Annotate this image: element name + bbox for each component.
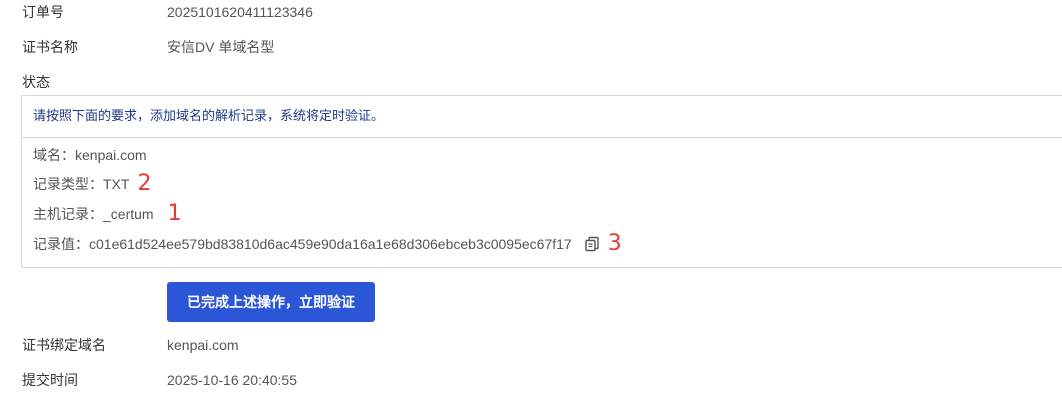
dns-record-panel: 请按照下面的要求，添加域名的解析记录，系统将定时验证。 域名： kenpai.c… [21, 95, 1062, 268]
record-type-row: 记录类型： TXT 2 [33, 173, 151, 195]
record-value-label: 记录值： [33, 236, 89, 252]
marker-1: 1 [167, 201, 182, 226]
host-record-row: 主机记录： _certum 1 [33, 203, 182, 225]
record-value-row: 记录值： c01e61d524ee579bd83810d6ac459e90da1… [33, 233, 622, 255]
status-label: 状态 [22, 74, 50, 90]
record-type-label: 记录类型： [33, 176, 103, 192]
dns-notice: 请按照下面的要求，添加域名的解析记录，系统将定时验证。 [33, 108, 385, 123]
marker-2: 2 [137, 171, 152, 196]
bound-domain-value: kenpai.com [167, 337, 239, 353]
domain-value: kenpai.com [75, 147, 147, 163]
record-type-value: TXT [103, 176, 130, 192]
marker-3: 3 [607, 231, 622, 256]
verify-now-button[interactable]: 已完成上述操作，立即验证 [167, 282, 375, 322]
submit-time-label: 提交时间 [22, 372, 78, 388]
cert-name-value: 安信DV 单域名型 [167, 39, 275, 55]
cert-name-label: 证书名称 [22, 39, 78, 55]
order-number-label: 订单号 [22, 4, 64, 20]
record-value-value: c01e61d524ee579bd83810d6ac459e90da16a1e6… [89, 236, 572, 252]
order-number-value: 2025101620411123346 [167, 4, 313, 20]
domain-label: 域名： [33, 147, 75, 163]
submit-time-value: 2025-10-16 20:40:55 [167, 372, 297, 388]
bound-domain-label: 证书绑定域名 [22, 337, 106, 353]
domain-row: 域名： kenpai.com [33, 145, 147, 165]
host-record-value: _certum [103, 206, 154, 222]
host-record-label: 主机记录： [33, 206, 103, 222]
panel-divider [22, 137, 1062, 138]
copy-icon[interactable] [584, 236, 600, 252]
